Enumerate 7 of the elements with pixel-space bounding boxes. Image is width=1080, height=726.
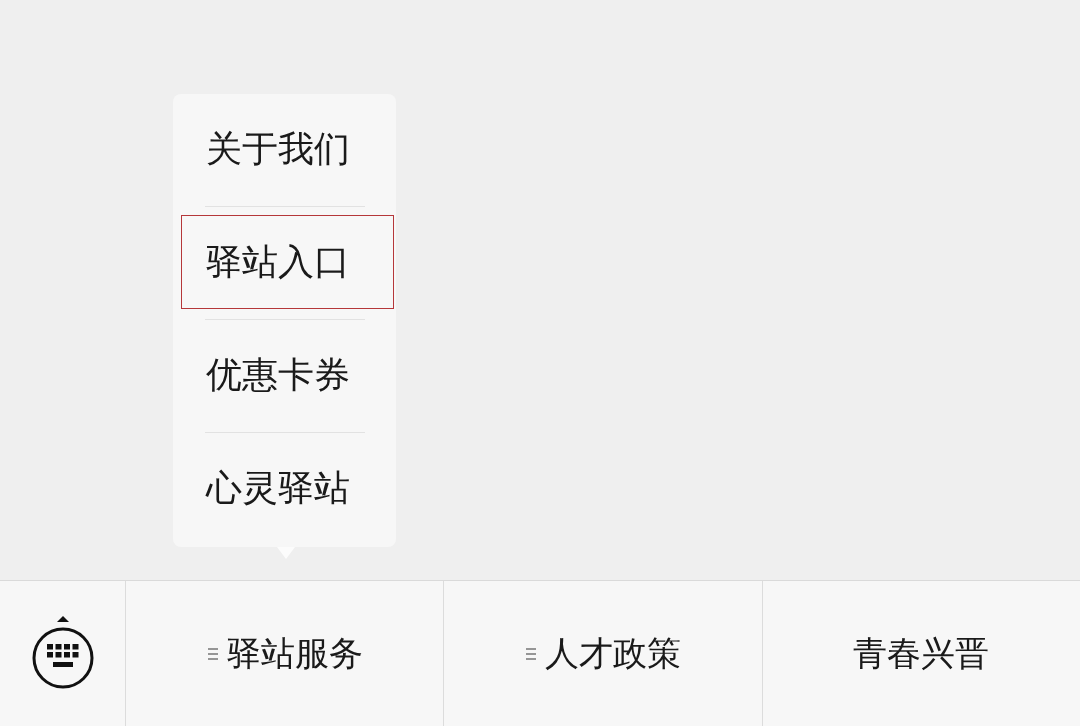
menu-tab[interactable]: 驿站服务 (125, 581, 444, 726)
menu-tab[interactable]: 人才政策 (443, 581, 762, 726)
menu-item[interactable]: 优惠卡券 (181, 328, 394, 422)
menu-tab[interactable]: 青春兴晋 (761, 581, 1080, 726)
menu-item[interactable]: 驿站入口 (181, 215, 394, 309)
menu-item[interactable]: 心灵驿站 (181, 441, 394, 535)
menu-item[interactable]: 关于我们 (181, 102, 394, 196)
